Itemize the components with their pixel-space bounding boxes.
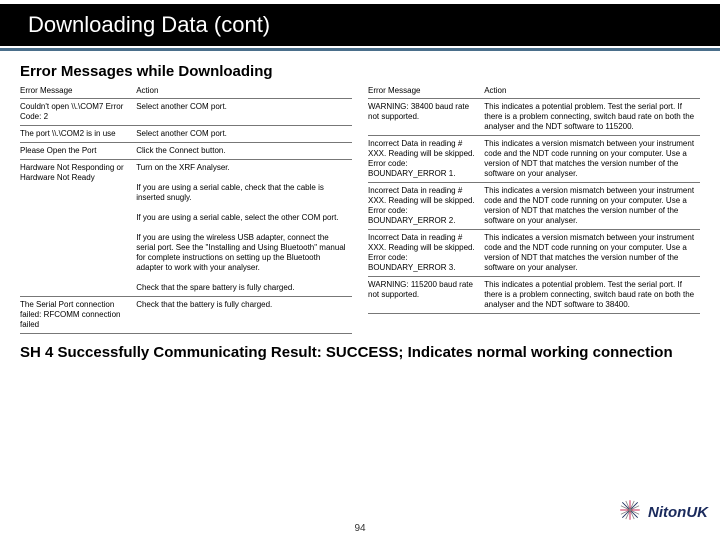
error-message-cell: The Serial Port connection failed: RFCOM… [20,297,136,334]
slide-body: Error Messages while Downloading Error M… [0,57,720,361]
action-cell: This indicates a version mismatch betwee… [484,230,700,277]
col-header-msg: Error Message [20,84,136,99]
success-message: SH 4 Successfully Communicating Result: … [20,344,700,361]
error-message-cell: Couldn't open \\.\COM7 Error Code: 2 [20,99,136,126]
table-row: Incorrect Data in reading # XXX. Reading… [368,230,700,277]
table-row: The Serial Port connection failed: RFCOM… [20,297,352,334]
action-cell: Select another COM port. [136,99,352,126]
table-row: Couldn't open \\.\COM7 Error Code: 2Sele… [20,99,352,126]
col-header-action: Action [136,84,352,99]
right-column: Error Message Action WARNING: 38400 baud… [368,84,700,334]
logo-text: NitonUK [648,504,708,521]
left-column: Error Message Action Couldn't open \\.\C… [20,84,352,334]
col-header-action: Action [484,84,700,99]
action-cell: This indicates a version mismatch betwee… [484,183,700,230]
error-message-cell: Incorrect Data in reading # XXX. Reading… [368,183,484,230]
table-row: Please Open the PortClick the Connect bu… [20,143,352,160]
action-cell: Click the Connect button. [136,143,352,160]
error-message-cell: WARNING: 38400 baud rate not supported. [368,99,484,136]
error-message-cell: The port \\.\COM2 is in use [20,126,136,143]
action-cell: Select another COM port. [136,126,352,143]
right-table: Error Message Action WARNING: 38400 baud… [368,84,700,314]
table-row: WARNING: 38400 baud rate not supported.T… [368,99,700,136]
logo-starburst-icon [616,496,644,528]
page-number: 94 [354,523,365,534]
action-cell: This indicates a potential problem. Test… [484,99,700,136]
action-cell: This indicates a potential problem. Test… [484,277,700,314]
accent-line [0,48,720,51]
section-heading: Error Messages while Downloading [20,63,700,80]
error-message-cell: Incorrect Data in reading # XXX. Reading… [368,230,484,277]
table-row: Incorrect Data in reading # XXX. Reading… [368,136,700,183]
table-row: Hardware Not Responding or Hardware Not … [20,160,352,297]
action-cell: Check that the battery is fully charged. [136,297,352,334]
logo: NitonUK [616,496,708,528]
page-title: Downloading Data (cont) [28,12,700,38]
columns: Error Message Action Couldn't open \\.\C… [20,84,700,334]
error-message-cell: Incorrect Data in reading # XXX. Reading… [368,136,484,183]
title-bar: Downloading Data (cont) [0,4,720,46]
error-message-cell: WARNING: 115200 baud rate not supported. [368,277,484,314]
col-header-msg: Error Message [368,84,484,99]
left-table: Error Message Action Couldn't open \\.\C… [20,84,352,334]
table-row: Incorrect Data in reading # XXX. Reading… [368,183,700,230]
action-cell: This indicates a version mismatch betwee… [484,136,700,183]
error-message-cell: Hardware Not Responding or Hardware Not … [20,160,136,297]
table-row: WARNING: 115200 baud rate not supported.… [368,277,700,314]
action-cell: Turn on the XRF Analyser. If you are usi… [136,160,352,297]
footer: 94 NitonUK [0,523,720,534]
table-row: The port \\.\COM2 is in useSelect anothe… [20,126,352,143]
error-message-cell: Please Open the Port [20,143,136,160]
